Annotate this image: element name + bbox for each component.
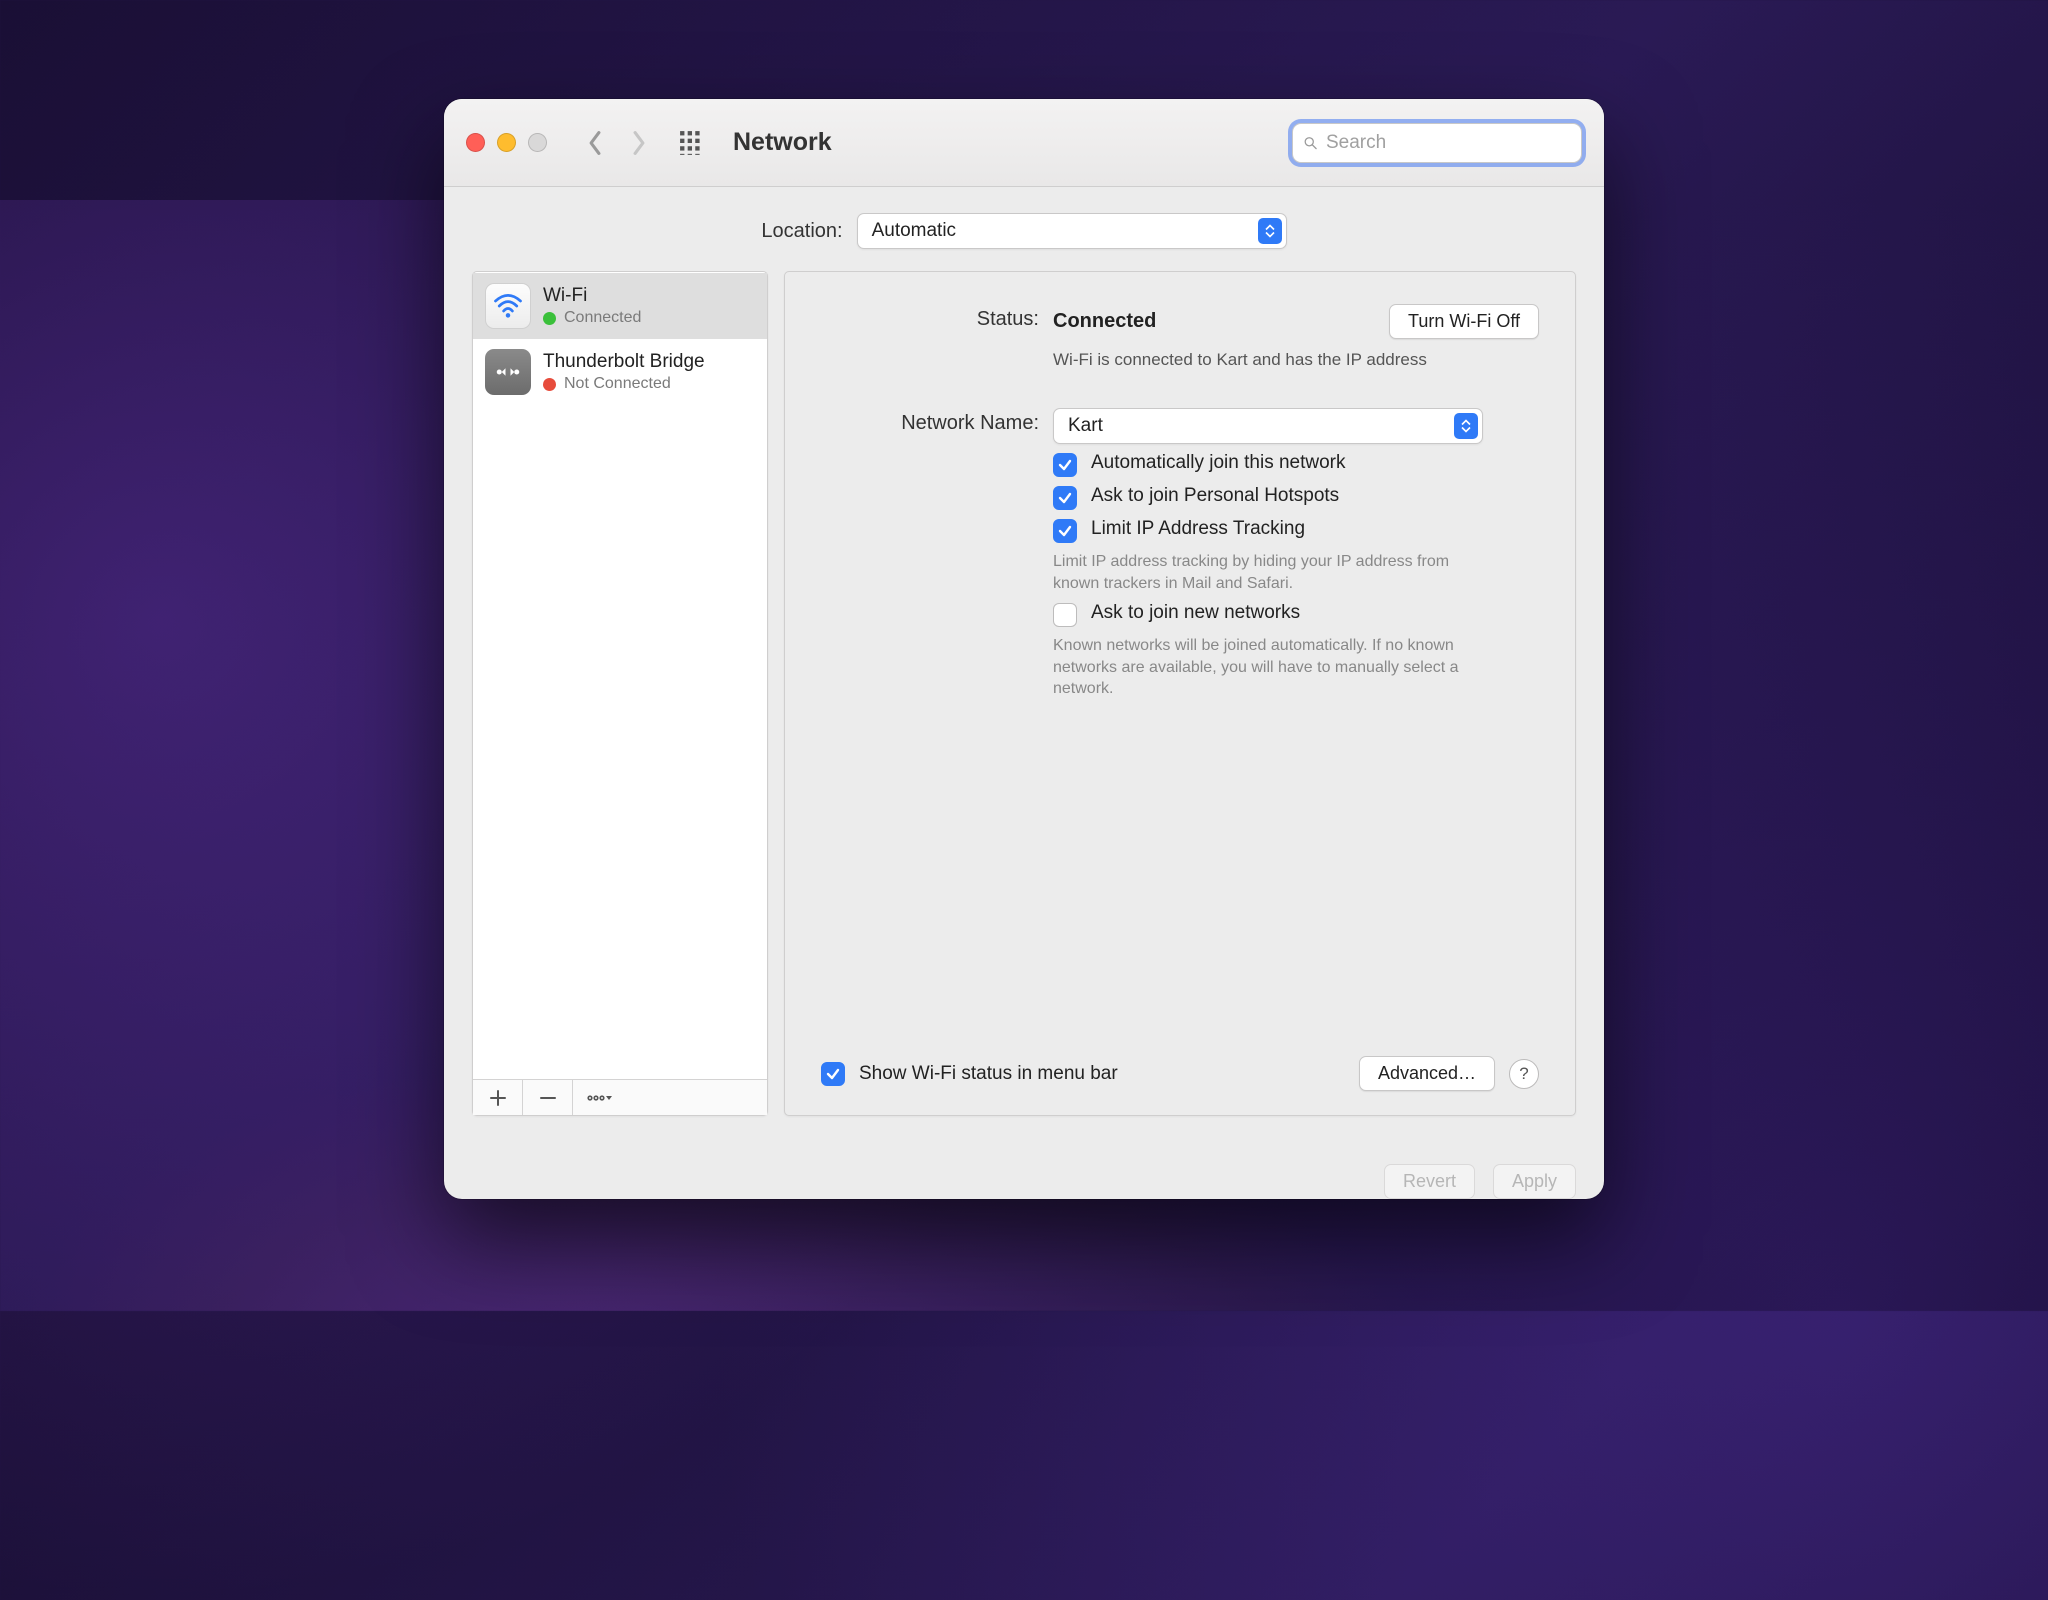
network-preferences-window: Network Location: Automatic — [444, 99, 1604, 1199]
wifi-icon — [485, 283, 531, 329]
auto-join-checkbox[interactable] — [1053, 453, 1077, 477]
sidebar-item-thunderbolt-bridge[interactable]: Thunderbolt Bridge Not Connected — [473, 339, 767, 405]
status-value: Connected — [1053, 310, 1156, 333]
grid-icon — [679, 130, 705, 156]
apply-button[interactable]: Apply — [1493, 1164, 1576, 1199]
ask-new-networks-checkbox[interactable] — [1053, 603, 1077, 627]
check-icon — [1057, 457, 1073, 473]
limit-ip-label: Limit IP Address Tracking — [1091, 518, 1305, 540]
revert-button[interactable]: Revert — [1384, 1164, 1475, 1199]
main-area: Wi-Fi Connected Thunderbolt Bridge — [444, 271, 1604, 1144]
search-icon — [1303, 133, 1318, 153]
show-menubar-checkbox[interactable] — [821, 1062, 845, 1086]
status-dot-icon — [543, 312, 556, 325]
close-button[interactable] — [466, 133, 485, 152]
forward-button[interactable] — [625, 126, 653, 160]
sidebar-item-wifi[interactable]: Wi-Fi Connected — [473, 273, 767, 339]
back-button[interactable] — [581, 126, 609, 160]
network-name-value: Kart — [1068, 415, 1103, 437]
thunderbolt-bridge-icon — [485, 349, 531, 395]
location-select[interactable]: Automatic — [857, 213, 1287, 249]
ask-new-networks-help-text: Known networks will be joined automatica… — [1053, 635, 1483, 700]
check-icon — [1057, 523, 1073, 539]
ask-hotspot-label: Ask to join Personal Hotspots — [1091, 485, 1339, 507]
limit-ip-checkbox[interactable] — [1053, 519, 1077, 543]
advanced-button[interactable]: Advanced… — [1359, 1056, 1495, 1091]
limit-ip-help-text: Limit IP address tracking by hiding your… — [1053, 551, 1483, 594]
add-interface-button[interactable] — [473, 1080, 523, 1115]
sidebar-item-status: Not Connected — [564, 375, 671, 393]
page-title: Network — [733, 128, 832, 157]
sidebar-item-label: Wi-Fi — [543, 285, 641, 307]
action-row: Revert Apply — [444, 1144, 1604, 1199]
show-all-button[interactable] — [675, 126, 709, 160]
wifi-toggle-button[interactable]: Turn Wi-Fi Off — [1389, 304, 1539, 339]
zoom-button[interactable] — [528, 133, 547, 152]
plus-icon — [489, 1089, 507, 1107]
check-icon — [1057, 490, 1073, 506]
status-description: Wi-Fi is connected to Kart and has the I… — [1053, 349, 1443, 372]
sidebar-item-status: Connected — [564, 309, 641, 327]
location-label: Location: — [761, 220, 842, 243]
sidebar-item-label: Thunderbolt Bridge — [543, 351, 705, 373]
status-dot-icon — [543, 378, 556, 391]
remove-interface-button[interactable] — [523, 1080, 573, 1115]
detail-pane: Status: Connected Turn Wi-Fi Off Wi-Fi i… — [784, 271, 1576, 1116]
search-input[interactable] — [1326, 132, 1571, 154]
status-label: Status: — [821, 304, 1039, 331]
interface-sidebar: Wi-Fi Connected Thunderbolt Bridge — [472, 271, 768, 1116]
interface-list: Wi-Fi Connected Thunderbolt Bridge — [473, 272, 767, 1079]
show-menubar-label: Show Wi-Fi status in menu bar — [859, 1063, 1118, 1085]
location-row: Location: Automatic — [444, 187, 1604, 271]
titlebar: Network — [444, 99, 1604, 187]
ask-new-networks-label: Ask to join new networks — [1091, 602, 1300, 624]
network-name-label: Network Name: — [821, 408, 1039, 435]
window-controls — [466, 133, 547, 152]
select-stepper-icon — [1258, 218, 1282, 244]
search-field[interactable] — [1292, 123, 1582, 163]
ask-hotspot-checkbox[interactable] — [1053, 486, 1077, 510]
auto-join-label: Automatically join this network — [1091, 452, 1346, 474]
help-button[interactable]: ? — [1509, 1059, 1539, 1089]
sidebar-footer — [473, 1079, 767, 1115]
ellipsis-dropdown-icon — [586, 1090, 612, 1106]
network-name-select[interactable]: Kart — [1053, 408, 1483, 444]
minus-icon — [539, 1089, 557, 1107]
check-icon — [825, 1066, 841, 1082]
chevron-right-icon — [631, 130, 647, 156]
chevron-left-icon — [587, 130, 603, 156]
location-value: Automatic — [872, 220, 956, 242]
select-stepper-icon — [1454, 413, 1478, 439]
interface-actions-button[interactable] — [573, 1080, 625, 1115]
minimize-button[interactable] — [497, 133, 516, 152]
